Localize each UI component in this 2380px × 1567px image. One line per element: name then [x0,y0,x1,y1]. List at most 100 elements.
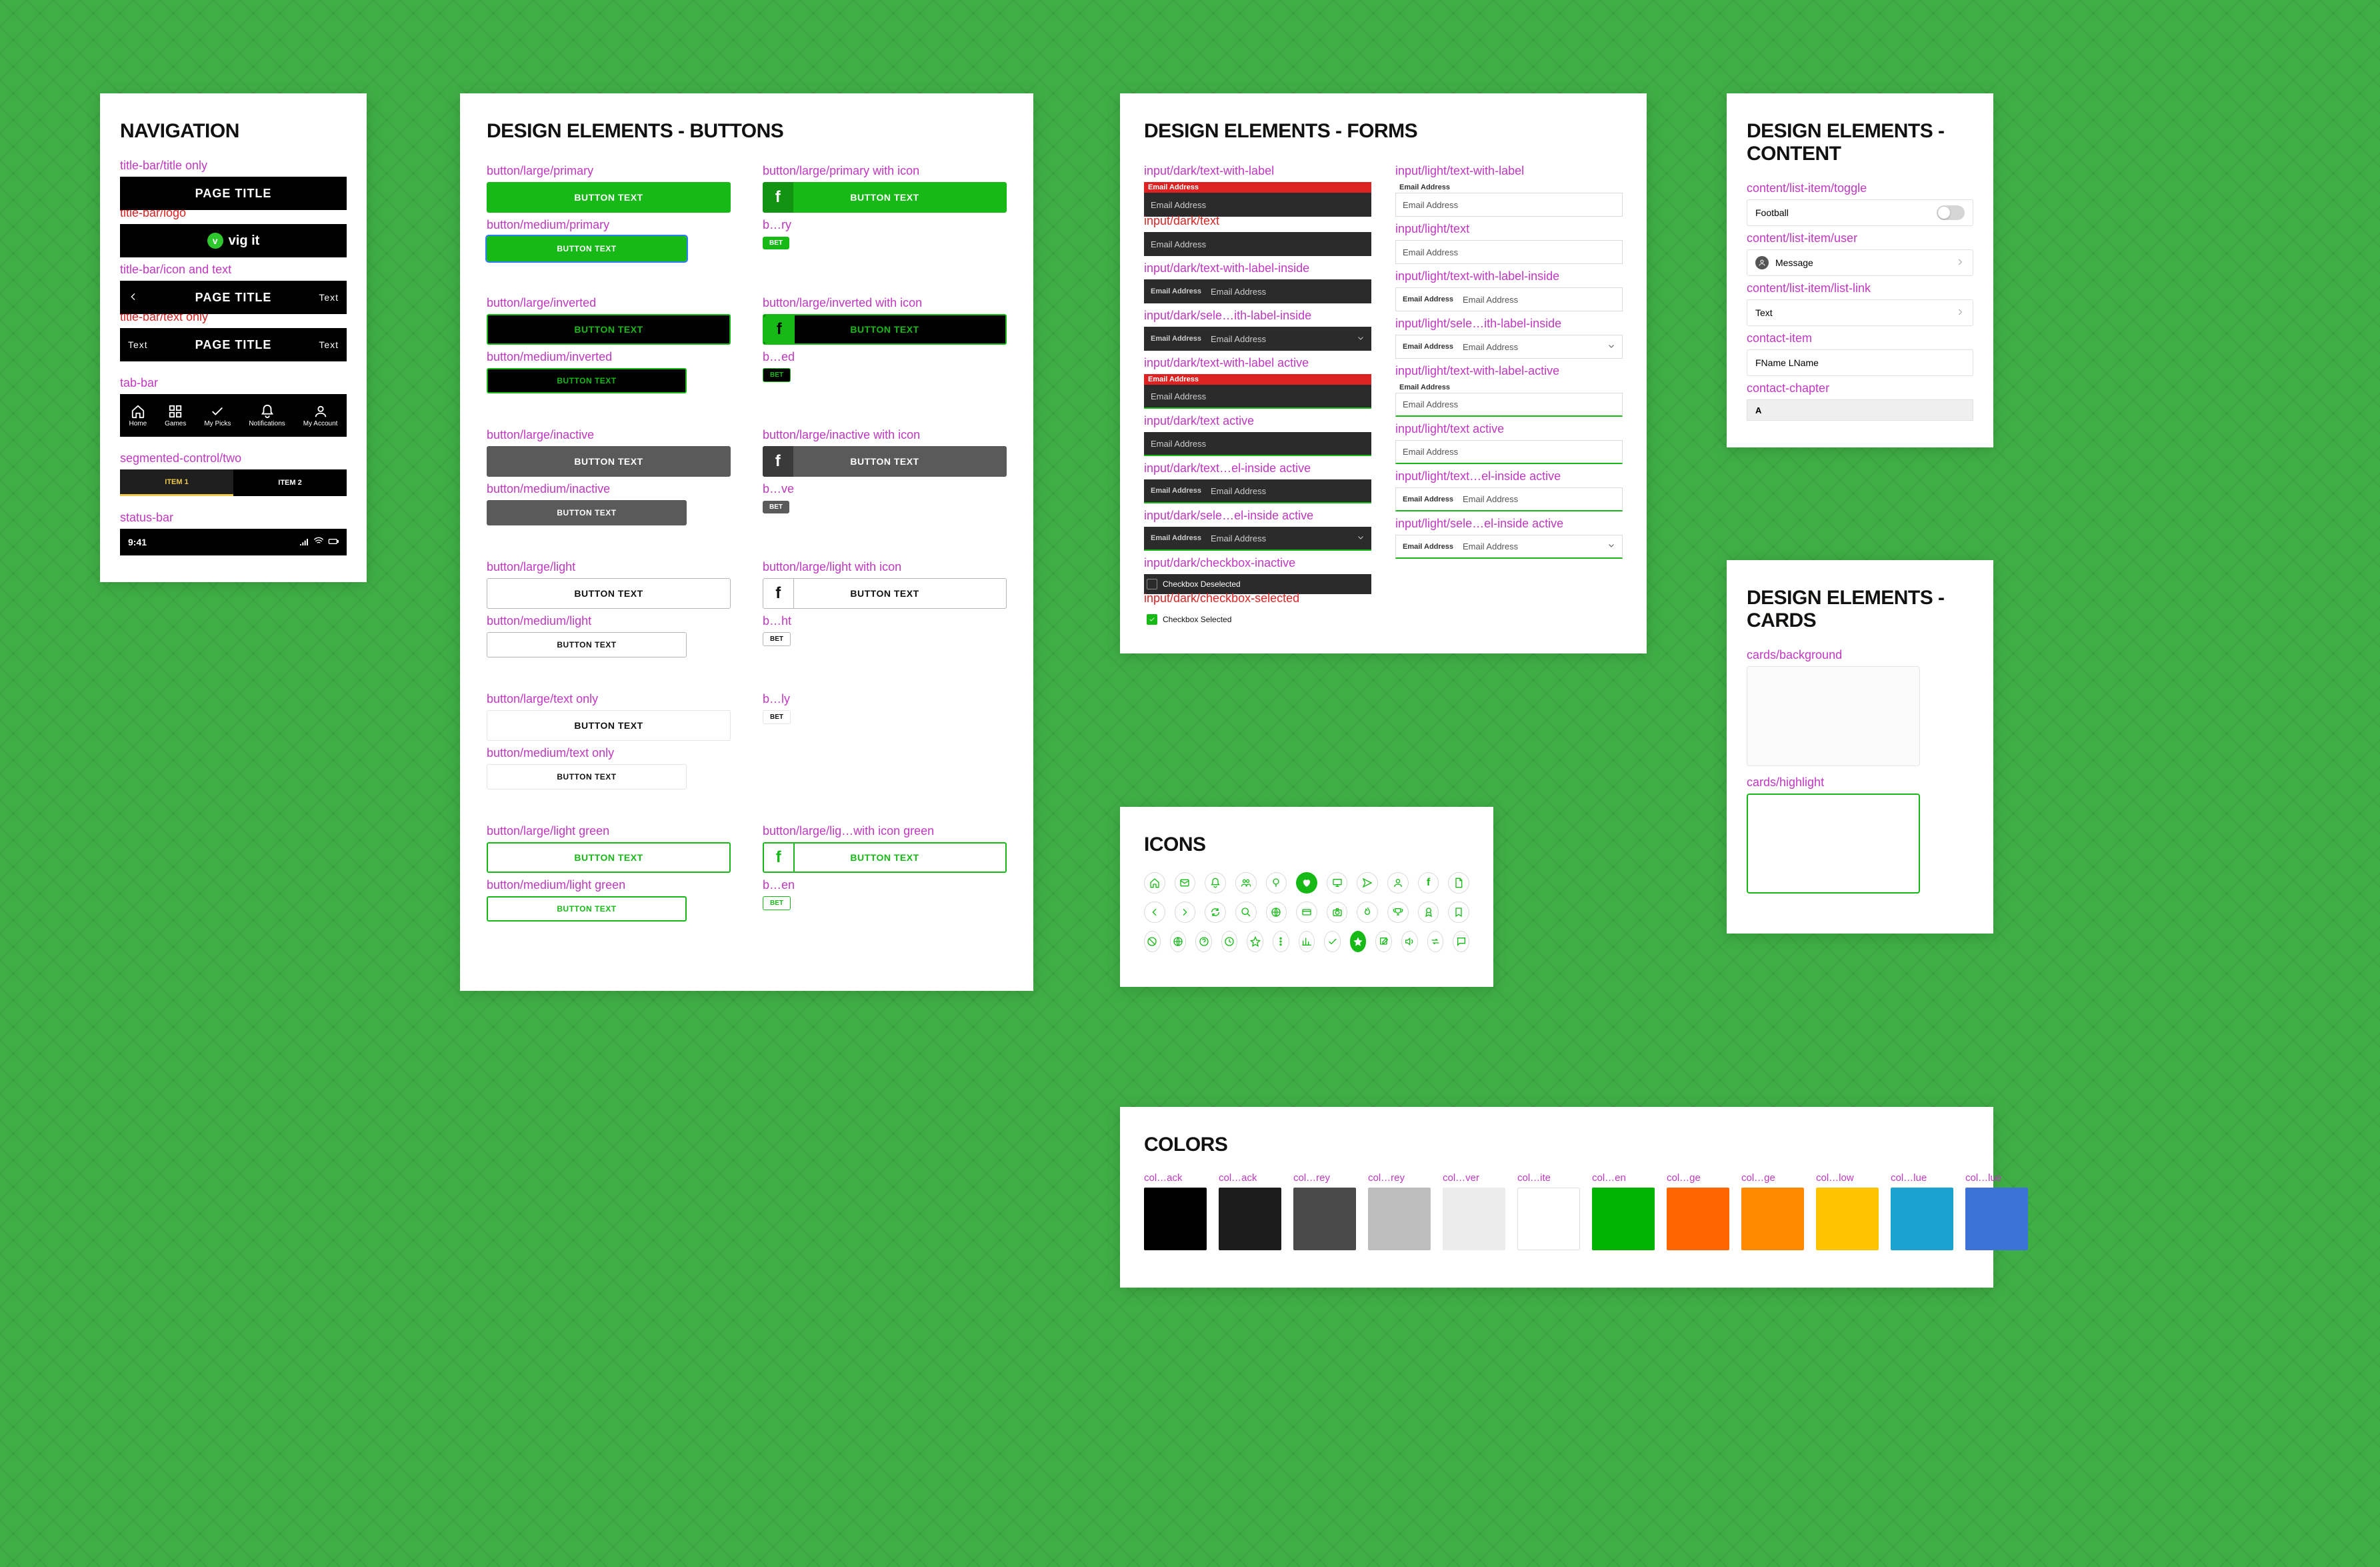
title-bar-right-text[interactable]: Text [319,339,339,350]
swatch-chip-7 [1667,1188,1729,1250]
people-icon[interactable] [1235,872,1257,894]
chevron-left-icon[interactable] [1144,902,1165,923]
monitor-icon[interactable] [1327,872,1348,894]
swatch-label-9: col…low [1816,1172,1879,1184]
segmented-item-2[interactable]: ITEM 2 [233,469,347,496]
input-light-text-inside-active[interactable]: Email AddressEmail Address [1395,487,1623,511]
tab-account[interactable]: My Account [303,404,338,427]
button-large-icon-inactive[interactable]: fBUTTON TEXT [763,446,1007,477]
chart-icon[interactable] [1299,931,1315,952]
tab-games[interactable]: Games [165,404,186,427]
flame-icon[interactable] [1357,902,1378,923]
basketball-icon[interactable] [1170,931,1187,952]
list-item-toggle[interactable]: Football [1747,199,1973,226]
trophy-icon[interactable] [1387,902,1409,923]
caption-dark-select-inside-active: input/dark/sele…el-inside active [1144,509,1371,523]
transfer-icon[interactable] [1427,931,1444,952]
checkbox-selected[interactable]: Checkbox Selected [1144,609,1371,629]
contact-item[interactable]: FName LName [1747,349,1973,376]
ribbon-icon[interactable] [1418,902,1439,923]
refresh-icon[interactable] [1205,902,1226,923]
more-icon[interactable] [1273,931,1289,952]
help-icon[interactable] [1195,931,1212,952]
tab-mypicks[interactable]: My Picks [204,404,231,427]
button-pill-light[interactable]: BET [763,632,791,646]
button-large-light[interactable]: BUTTON TEXT [487,578,731,609]
select-light-inside[interactable]: Email AddressEmail Address [1395,335,1623,359]
button-medium-inactive[interactable]: BUTTON TEXT [487,500,687,525]
facebook-icon[interactable]: f [1418,872,1439,894]
button-large-inverted[interactable]: BUTTON TEXT [487,314,731,345]
button-large-icon-inverted[interactable]: fBUTTON TEXT [763,314,1007,345]
button-pill-inverted[interactable]: BET [763,368,791,382]
compose-icon[interactable] [1375,931,1392,952]
chevron-right-icon[interactable] [1175,902,1196,923]
bell-icon[interactable] [1205,872,1226,894]
star-icon[interactable] [1350,931,1367,952]
user-icon[interactable] [1387,872,1409,894]
button-medium-textonly[interactable]: BUTTON TEXT [487,764,687,790]
input-light-text-with-label-active[interactable]: Email Address [1395,393,1623,417]
input-light-text-active[interactable]: Email Address [1395,440,1623,464]
colors-heading: COLORS [1144,1134,1969,1156]
button-large-inactive[interactable]: BUTTON TEXT [487,446,731,477]
input-dark-text-active[interactable]: Email Address [1144,432,1371,456]
button-large-icon-primary[interactable]: fBUTTON TEXT [763,182,1007,213]
check-icon[interactable] [1324,931,1341,952]
send-icon[interactable] [1357,872,1378,894]
button-medium-lightgreen[interactable]: BUTTON TEXT [487,896,687,922]
title-bar-right-text[interactable]: Text [319,292,339,303]
button-pill-inactive[interactable]: BET [763,501,789,513]
input-dark-text-inside[interactable]: Email AddressEmail Address [1144,279,1371,303]
input-dark-text-inside-active[interactable]: Email AddressEmail Address [1144,479,1371,503]
input-dark-text[interactable]: Email Address [1144,232,1371,256]
card-icon[interactable] [1296,902,1317,923]
clock-icon[interactable] [1221,931,1238,952]
select-dark-inside-active[interactable]: Email AddressEmail Address [1144,527,1371,551]
swatch-label-4: col…ver [1443,1172,1505,1184]
segmented-item-1[interactable]: ITEM 1 [120,469,233,496]
document-icon[interactable] [1448,872,1469,894]
input-light-text-inside[interactable]: Email AddressEmail Address [1395,287,1623,311]
button-pill-lightgreen[interactable]: BET [763,896,791,910]
select-dark-inside[interactable]: Email AddressEmail Address [1144,327,1371,351]
button-pill-primary[interactable]: BET [763,237,789,249]
input-light-text-with-label[interactable]: Email Address [1395,193,1623,217]
message-icon[interactable] [1453,931,1469,952]
search-icon[interactable] [1235,902,1257,923]
toggle-icon[interactable] [1937,205,1965,220]
list-item-user[interactable]: Message [1747,249,1973,276]
globe-icon[interactable] [1266,902,1287,923]
heart-icon[interactable] [1296,872,1317,894]
bookmark-icon[interactable] [1448,902,1469,923]
home-icon[interactable] [1144,872,1165,894]
input-light-text[interactable]: Email Address [1395,240,1623,264]
button-large-textonly[interactable]: BUTTON TEXT [487,710,731,741]
tab-home[interactable]: Home [129,404,147,427]
back-icon[interactable] [128,291,139,304]
volume-icon[interactable] [1401,931,1418,952]
button-medium-light[interactable]: BUTTON TEXT [487,632,687,657]
button-large-icon-lightgreen[interactable]: fBUTTON TEXT [763,842,1007,873]
star-outline-icon[interactable] [1247,931,1263,952]
camera-icon[interactable] [1327,902,1348,923]
button-large-icon-light[interactable]: fBUTTON TEXT [763,578,1007,609]
list-item-link[interactable]: Text [1747,299,1973,326]
content-heading: DESIGN ELEMENTS - CONTENT [1747,120,1973,165]
button-large-primary[interactable]: BUTTON TEXT [487,182,731,213]
ban-icon[interactable] [1144,931,1161,952]
select-light-inside-active[interactable]: Email AddressEmail Address [1395,535,1623,559]
button-pill-textonly[interactable]: BET [763,710,791,724]
tab-notifications[interactable]: Notifications [249,404,285,427]
mail-icon[interactable] [1175,872,1196,894]
swatch-chip-2 [1293,1188,1356,1250]
input-dark-text-with-label[interactable]: Email Address [1144,193,1371,217]
balloon-icon[interactable] [1266,872,1287,894]
button-medium-primary[interactable]: BUTTON TEXT [487,236,687,261]
button-medium-inverted[interactable]: BUTTON TEXT [487,368,687,393]
button-large-lightgreen[interactable]: BUTTON TEXT [487,842,731,873]
status-bar-label: status-bar [120,511,347,525]
title-bar-left-text[interactable]: Text [128,339,148,350]
input-dark-text-with-label-active[interactable]: Email Address [1144,385,1371,409]
caption-dark-text-inside: input/dark/text-with-label-inside [1144,261,1371,275]
